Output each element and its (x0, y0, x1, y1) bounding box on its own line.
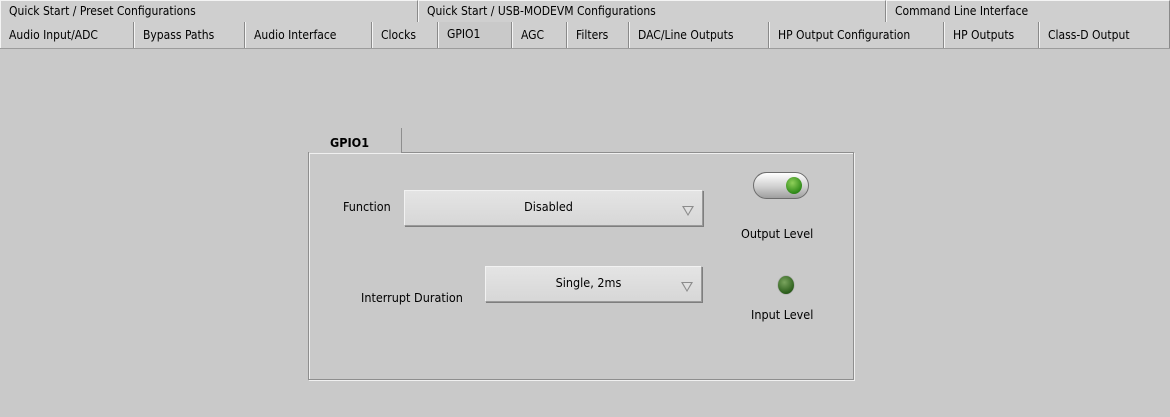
tab-hp-output-configuration[interactable]: HP Output Configuration (769, 22, 944, 48)
tab-gpio1[interactable]: GPIO1 (438, 22, 512, 48)
function-label: Function (343, 199, 391, 214)
tab-audio-input-adc[interactable]: Audio Input/ADC (0, 22, 134, 48)
top-tab-row: Quick Start / Preset Configurations Quic… (0, 0, 1170, 23)
led-indicator-icon (786, 177, 802, 194)
top-tab-label: Quick Start / USB-MODEVM Configurations (427, 4, 656, 18)
input-level-label: Input Level (751, 307, 814, 322)
dropdown-arrow-icon (681, 282, 693, 292)
top-tab-label: Quick Start / Preset Configurations (9, 4, 196, 18)
top-tab-label: Command Line Interface (895, 4, 1029, 18)
function-value: Disabled (524, 199, 573, 214)
interrupt-duration-value: Single, 2ms (555, 275, 622, 290)
function-dropdown[interactable]: Disabled (404, 190, 703, 226)
tab-audio-interface[interactable]: Audio Interface (245, 22, 372, 48)
output-level-toggle[interactable] (753, 172, 809, 199)
input-level-led (778, 276, 794, 294)
interrupt-duration-label: Interrupt Duration (361, 290, 463, 305)
interrupt-duration-dropdown[interactable]: Single, 2ms (485, 266, 702, 302)
gpio1-group-title: GPIO1 (309, 128, 402, 153)
top-tab-preset-configurations[interactable]: Quick Start / Preset Configurations (0, 0, 418, 22)
output-level-label: Output Level (741, 226, 814, 241)
dropdown-arrow-icon (682, 206, 694, 216)
tab-row: Audio Input/ADC Bypass Paths Audio Inter… (0, 22, 1170, 49)
top-tab-usb-modevm-configurations[interactable]: Quick Start / USB-MODEVM Configurations (418, 0, 886, 22)
tab-class-d-output[interactable]: Class-D Output (1039, 22, 1170, 48)
tab-bypass-paths[interactable]: Bypass Paths (134, 22, 245, 48)
top-tab-command-line-interface[interactable]: Command Line Interface (886, 0, 1170, 22)
tab-hp-outputs[interactable]: HP Outputs (944, 22, 1039, 48)
tab-clocks[interactable]: Clocks (372, 22, 438, 48)
tab-filters[interactable]: Filters (567, 22, 629, 48)
tab-dac-line-outputs[interactable]: DAC/Line Outputs (629, 22, 769, 48)
tab-agc[interactable]: AGC (512, 22, 567, 48)
